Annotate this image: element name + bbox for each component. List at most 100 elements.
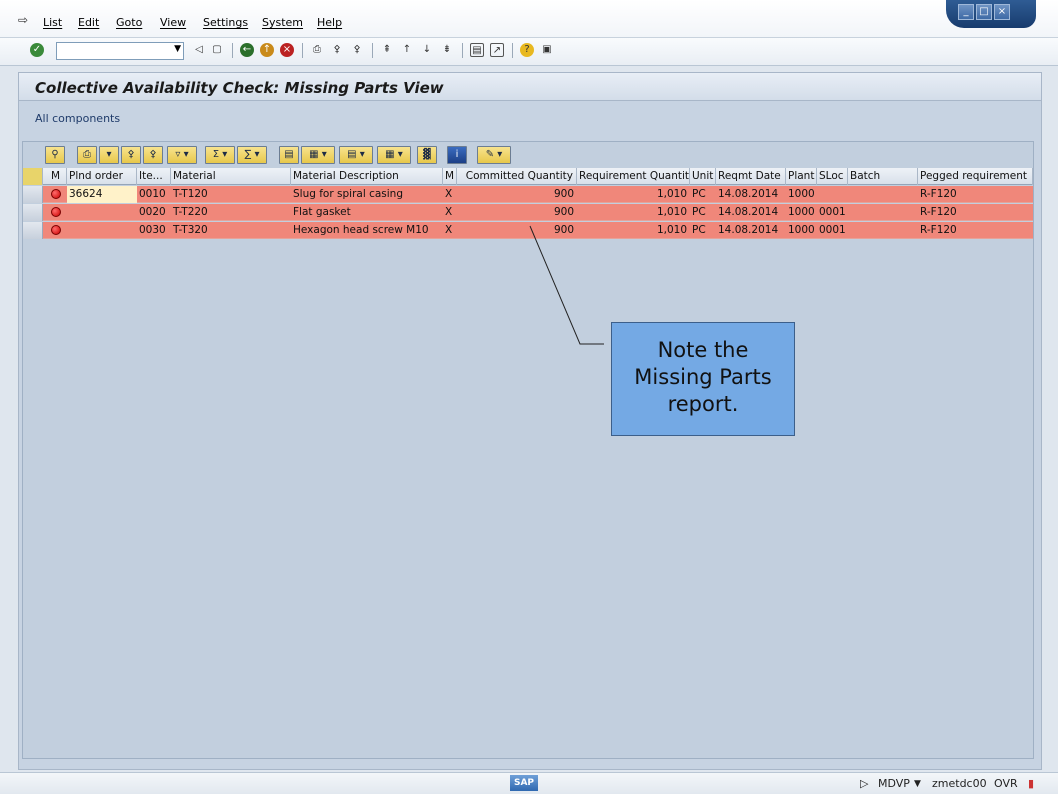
- triangle-left-icon[interactable]: ◁: [192, 43, 206, 57]
- cell-m: X: [445, 206, 453, 218]
- find-icon[interactable]: ⚴: [121, 146, 141, 164]
- row-selector[interactable]: [23, 186, 43, 203]
- menu-list[interactable]: List: [43, 16, 62, 29]
- select-all-icon[interactable]: [23, 168, 43, 185]
- edit-icon[interactable]: ✎ ▾: [477, 146, 511, 164]
- menu-help[interactable]: Help: [317, 16, 342, 29]
- cell-plnd-order[interactable]: 36624: [67, 186, 137, 203]
- spreadsheet-icon[interactable]: ▤ ▾: [339, 146, 373, 164]
- col-header-requirement-qty[interactable]: Requirement Quantity: [577, 168, 690, 185]
- col-header-pegged-requirement[interactable]: Pegged requirement: [918, 168, 1033, 185]
- sum-icon[interactable]: Σ ▾: [205, 146, 235, 164]
- chevron-down-icon[interactable]: ▼: [914, 779, 921, 789]
- cell-plant: 1000: [788, 188, 815, 200]
- menu-edit[interactable]: Edit: [78, 16, 99, 29]
- layout-icon[interactable]: ▦ ▾: [377, 146, 411, 164]
- status-server: zmetdc00: [932, 777, 987, 790]
- table-row[interactable]: 36624 0010 T-T120 Slug for spiral casing…: [23, 186, 1033, 203]
- save-icon[interactable]: ▢: [210, 43, 224, 57]
- maximize-icon[interactable]: □: [976, 4, 992, 20]
- close-icon[interactable]: ×: [994, 4, 1010, 20]
- menu-view[interactable]: View: [160, 16, 186, 29]
- previous-page-icon[interactable]: ↑: [400, 43, 414, 57]
- cell-m: X: [445, 188, 453, 200]
- callout-line-3: report.: [667, 392, 739, 416]
- info-icon[interactable]: i: [447, 146, 467, 164]
- col-header-batch[interactable]: Batch: [848, 168, 918, 185]
- screen-title-bar: Collective Availability Check: Missing P…: [19, 73, 1041, 101]
- chevron-down-icon[interactable]: ▼: [174, 44, 181, 54]
- find-icon[interactable]: ⚴: [330, 43, 344, 57]
- col-header-material-description[interactable]: Material Description: [291, 168, 443, 185]
- table-row[interactable]: 0030 T-T320 Hexagon head screw M10 X 900…: [23, 222, 1033, 239]
- row-selector[interactable]: [23, 204, 43, 221]
- cell-sloc: 0001: [819, 224, 846, 236]
- cell-unit: PC: [692, 224, 706, 236]
- cell-sloc: [817, 186, 848, 203]
- col-header-sloc[interactable]: SLoc: [817, 168, 848, 185]
- cell-batch: [848, 186, 918, 203]
- cell-committed-qty: 900: [553, 224, 574, 236]
- play-icon[interactable]: ▷: [860, 777, 868, 790]
- shortcut-icon[interactable]: ↗: [490, 43, 504, 57]
- document-icon[interactable]: ▤: [279, 146, 299, 164]
- cell-requirement-qty: 1,010: [656, 206, 687, 218]
- find-next-icon[interactable]: ⚴: [143, 146, 163, 164]
- annotation-callout: Note the Missing Parts report.: [611, 322, 795, 436]
- new-session-icon[interactable]: ▤: [470, 43, 484, 57]
- separator: [372, 43, 373, 58]
- menu-settings[interactable]: Settings: [203, 16, 248, 29]
- cell-requirement-qty: 1,010: [656, 224, 687, 236]
- col-header-reqmt-date[interactable]: Reqmt Date: [716, 168, 786, 185]
- cell-item: 0030: [139, 224, 166, 236]
- help-icon[interactable]: ?: [520, 43, 534, 57]
- row-selector[interactable]: [23, 222, 43, 239]
- filter-icon[interactable]: ▿ ▾: [167, 146, 197, 164]
- cell-description: Slug for spiral casing: [293, 188, 403, 200]
- command-field[interactable]: ▼: [56, 42, 184, 60]
- minimize-icon[interactable]: _: [958, 4, 974, 20]
- red-light-icon: [51, 225, 61, 235]
- menu-system[interactable]: System: [262, 16, 303, 29]
- cell-unit: PC: [692, 206, 706, 218]
- col-header-item[interactable]: Ite...: [137, 168, 171, 185]
- cell-plnd-order[interactable]: [67, 204, 137, 221]
- status-system: MDVP: [878, 777, 910, 790]
- cell-description: Hexagon head screw M10: [293, 224, 429, 236]
- table-row[interactable]: 0020 T-T220 Flat gasket X 900 1,010 PC 1…: [23, 204, 1033, 221]
- cell-plnd-order[interactable]: [67, 222, 137, 239]
- col-header-status[interactable]: M: [43, 168, 67, 185]
- print-preview-icon[interactable]: ⎙: [77, 146, 97, 164]
- application-toolbar: All components: [19, 102, 1041, 134]
- cancel-icon[interactable]: ×: [280, 43, 294, 57]
- exit-icon[interactable]: ↑: [260, 43, 274, 57]
- cell-item: 0010: [139, 188, 166, 200]
- back-icon[interactable]: ←: [240, 43, 254, 57]
- export-icon[interactable]: ▦ ▾: [301, 146, 335, 164]
- cell-pegged: R-F120: [920, 206, 957, 218]
- cell-material: T-T120: [173, 188, 208, 200]
- cell-batch: [848, 222, 918, 239]
- col-header-material[interactable]: Material: [171, 168, 291, 185]
- print-icon[interactable]: ⎙: [310, 43, 324, 57]
- cell-sloc: 0001: [819, 206, 846, 218]
- subtotal-icon[interactable]: ∑ ▾: [237, 146, 267, 164]
- col-header-committed-qty[interactable]: Committed Quantity: [457, 168, 577, 185]
- first-page-icon[interactable]: ⇞: [380, 43, 394, 57]
- graphic-icon[interactable]: ▓: [417, 146, 437, 164]
- sort-icon[interactable]: ▾: [99, 146, 119, 164]
- details-icon[interactable]: ⚲: [45, 146, 65, 164]
- menu-goto[interactable]: Goto: [116, 16, 142, 29]
- last-page-icon[interactable]: ⇟: [440, 43, 454, 57]
- next-page-icon[interactable]: ↓: [420, 43, 434, 57]
- enter-icon[interactable]: ✓: [30, 43, 44, 57]
- find-next-icon[interactable]: ⚴: [350, 43, 364, 57]
- customize-layout-icon[interactable]: ▣: [540, 43, 554, 57]
- separator: [232, 43, 233, 58]
- col-header-unit[interactable]: Unit: [690, 168, 716, 185]
- exit-icon[interactable]: ⇨: [18, 13, 34, 27]
- cell-committed-qty: 900: [553, 188, 574, 200]
- col-header-m[interactable]: M: [443, 168, 457, 185]
- col-header-plant[interactable]: Plant: [786, 168, 817, 185]
- col-header-plnd-order[interactable]: Plnd order: [67, 168, 137, 185]
